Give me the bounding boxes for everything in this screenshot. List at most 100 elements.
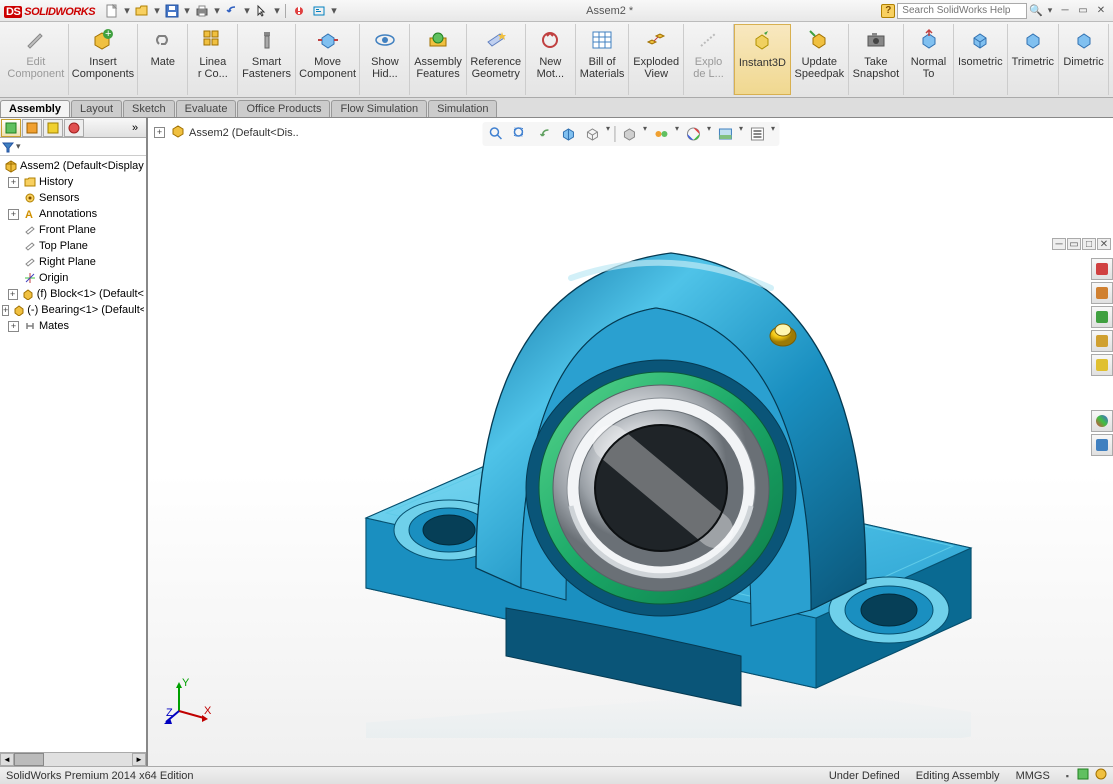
viewport-minimize-icon[interactable]: ─ — [1052, 238, 1066, 250]
dropdown-icon[interactable]: ▾ — [243, 2, 251, 20]
viewport-breadcrumb[interactable]: + Assem2 (Default<Dis.. — [154, 124, 299, 141]
tree-item-sensors[interactable]: Sensors — [2, 190, 144, 206]
print-icon[interactable] — [193, 2, 211, 20]
ribbon-reference-geometry[interactable]: ReferenceGeometry — [467, 24, 526, 95]
ribbon-update-speedpak[interactable]: UpdateSpeedpak — [791, 24, 849, 95]
ribbon-normal-to[interactable]: NormalTo — [904, 24, 954, 95]
minimize-icon[interactable]: ─ — [1057, 4, 1073, 18]
dropdown-icon[interactable]: ▾ — [330, 2, 338, 20]
ribbon-trimetric[interactable]: Trimetric — [1008, 24, 1059, 95]
solidworks-resources-icon[interactable] — [1091, 258, 1113, 280]
configuration-manager-tab[interactable] — [43, 119, 63, 137]
dropdown-icon[interactable]: ▾ — [213, 2, 221, 20]
undo-icon[interactable] — [223, 2, 241, 20]
tree-expand-icon[interactable]: + — [8, 209, 19, 220]
new-doc-icon[interactable] — [103, 2, 121, 20]
orientation-triad[interactable]: Y X Z — [164, 676, 214, 726]
zoom-fit-icon[interactable] — [486, 124, 506, 144]
dimxpert-manager-tab[interactable] — [64, 119, 84, 137]
display-style-icon[interactable] — [619, 124, 639, 144]
ribbon-smart-fasteners[interactable]: SmartFasteners — [238, 24, 295, 95]
help-search-input[interactable] — [897, 3, 1027, 19]
select-icon[interactable] — [253, 2, 271, 20]
cm-tab-evaluate[interactable]: Evaluate — [176, 100, 237, 117]
save-icon[interactable] — [163, 2, 181, 20]
rebuild-icon[interactable] — [290, 2, 308, 20]
3d-viewport[interactable]: + Assem2 (Default<Dis.. ▾ ▾ ▾ ▾ ▾ ▾ — [148, 118, 1113, 766]
status-units[interactable]: MMGS — [1016, 770, 1050, 782]
ribbon-show-hidden[interactable]: ShowHid... — [360, 24, 410, 95]
view-orientation-icon[interactable] — [582, 124, 602, 144]
tree-root-assembly[interactable]: Assem2 (Default<Display Sta — [2, 158, 144, 174]
cm-tab-office-products[interactable]: Office Products — [237, 100, 330, 117]
design-library-icon[interactable] — [1091, 282, 1113, 304]
cm-tab-layout[interactable]: Layout — [71, 100, 122, 117]
status-rebuild-icon[interactable] — [1077, 768, 1089, 783]
ribbon-explode-lines[interactable]: Explode L... — [684, 24, 734, 95]
options-icon[interactable] — [310, 2, 328, 20]
cm-tab-flow-simulation[interactable]: Flow Simulation — [331, 100, 427, 117]
viewport-close-icon[interactable]: ✕ — [1097, 238, 1111, 250]
viewport-maximize-icon[interactable]: □ — [1082, 238, 1096, 250]
scroll-left-icon[interactable]: ◄ — [0, 753, 14, 766]
ribbon-dimetric[interactable]: Dimetric — [1059, 24, 1109, 95]
feature-manager-tab[interactable] — [1, 119, 21, 137]
open-doc-icon[interactable] — [133, 2, 151, 20]
tree-item-f-block-1-default-de[interactable]: +(f) Block<1> (Default< — [2, 286, 144, 302]
cm-tab-simulation[interactable]: Simulation — [428, 100, 497, 117]
tree-item-front-plane[interactable]: Front Plane — [2, 222, 144, 238]
dropdown-icon[interactable]: ▾ — [123, 2, 131, 20]
status-custom-icon[interactable] — [1095, 768, 1107, 783]
tree-item-annotations[interactable]: +AAnnotations — [2, 206, 144, 222]
tree-item-history[interactable]: +History — [2, 174, 144, 190]
viewport-restore-icon[interactable]: ▭ — [1067, 238, 1081, 250]
custom-properties-icon[interactable] — [1091, 410, 1113, 432]
previous-view-icon[interactable] — [534, 124, 554, 144]
tree-horizontal-scrollbar[interactable]: ◄ ► — [0, 752, 146, 766]
tree-item-origin[interactable]: Origin — [2, 270, 144, 286]
close-icon[interactable]: ✕ — [1093, 4, 1109, 18]
tree-filter-bar[interactable]: ▾ — [0, 138, 146, 156]
tree-expand-icon[interactable]: + — [2, 305, 9, 316]
hide-show-icon[interactable] — [651, 124, 671, 144]
edit-appearance-icon[interactable] — [683, 124, 703, 144]
ribbon-instant3d[interactable]: Instant3D — [734, 24, 791, 95]
dropdown-icon[interactable]: ▾ — [1045, 2, 1055, 20]
tree-item-mates[interactable]: +Mates — [2, 318, 144, 334]
tree-expand-icon[interactable]: + — [8, 177, 19, 188]
status-dropdown-icon[interactable]: ▪ — [1066, 771, 1069, 781]
help-icon[interactable]: ? — [881, 4, 895, 18]
ribbon-edit-component[interactable]: EditComponent — [4, 24, 69, 95]
search-icon[interactable]: 🔍 — [1029, 4, 1043, 17]
ribbon-linear-pattern[interactable]: Linear Co... — [188, 24, 238, 95]
ribbon-assembly-features[interactable]: AssemblyFeatures — [410, 24, 466, 95]
tree-expand-icon[interactable]: + — [8, 289, 18, 300]
file-explorer-icon[interactable] — [1091, 306, 1113, 328]
tree-item-top-plane[interactable]: Top Plane — [2, 238, 144, 254]
cm-tab-assembly[interactable]: Assembly — [0, 100, 70, 117]
tree-item-right-plane[interactable]: Right Plane — [2, 254, 144, 270]
dropdown-icon[interactable]: ▾ — [273, 2, 281, 20]
cm-tab-sketch[interactable]: Sketch — [123, 100, 175, 117]
ribbon-insert-components[interactable]: +InsertComponents — [69, 24, 139, 95]
ribbon-take-snapshot[interactable]: TakeSnapshot — [849, 24, 904, 95]
forum-icon[interactable] — [1091, 434, 1113, 456]
dropdown-icon[interactable]: ▾ — [183, 2, 191, 20]
view-palette-icon[interactable] — [1091, 330, 1113, 352]
appearances-icon[interactable] — [1091, 354, 1113, 376]
ribbon-isometric[interactable]: Isometric — [954, 24, 1008, 95]
tree-expand-icon[interactable]: » — [125, 119, 145, 137]
section-view-icon[interactable] — [558, 124, 578, 144]
ribbon-exploded-view[interactable]: ExplodedView — [629, 24, 684, 95]
property-manager-tab[interactable] — [22, 119, 42, 137]
ribbon-new-motion[interactable]: NewMot... — [526, 24, 576, 95]
scroll-thumb[interactable] — [14, 753, 44, 766]
zoom-area-icon[interactable] — [510, 124, 530, 144]
breadcrumb-expand-icon[interactable]: + — [154, 127, 165, 138]
view-settings-icon[interactable] — [747, 124, 767, 144]
scroll-right-icon[interactable]: ► — [132, 753, 146, 766]
ribbon-bom[interactable]: Bill ofMaterials — [576, 24, 630, 95]
ribbon-move-component[interactable]: MoveComponent — [296, 24, 361, 95]
tree-expand-icon[interactable]: + — [8, 321, 19, 332]
restore-icon[interactable]: ▭ — [1075, 4, 1091, 18]
